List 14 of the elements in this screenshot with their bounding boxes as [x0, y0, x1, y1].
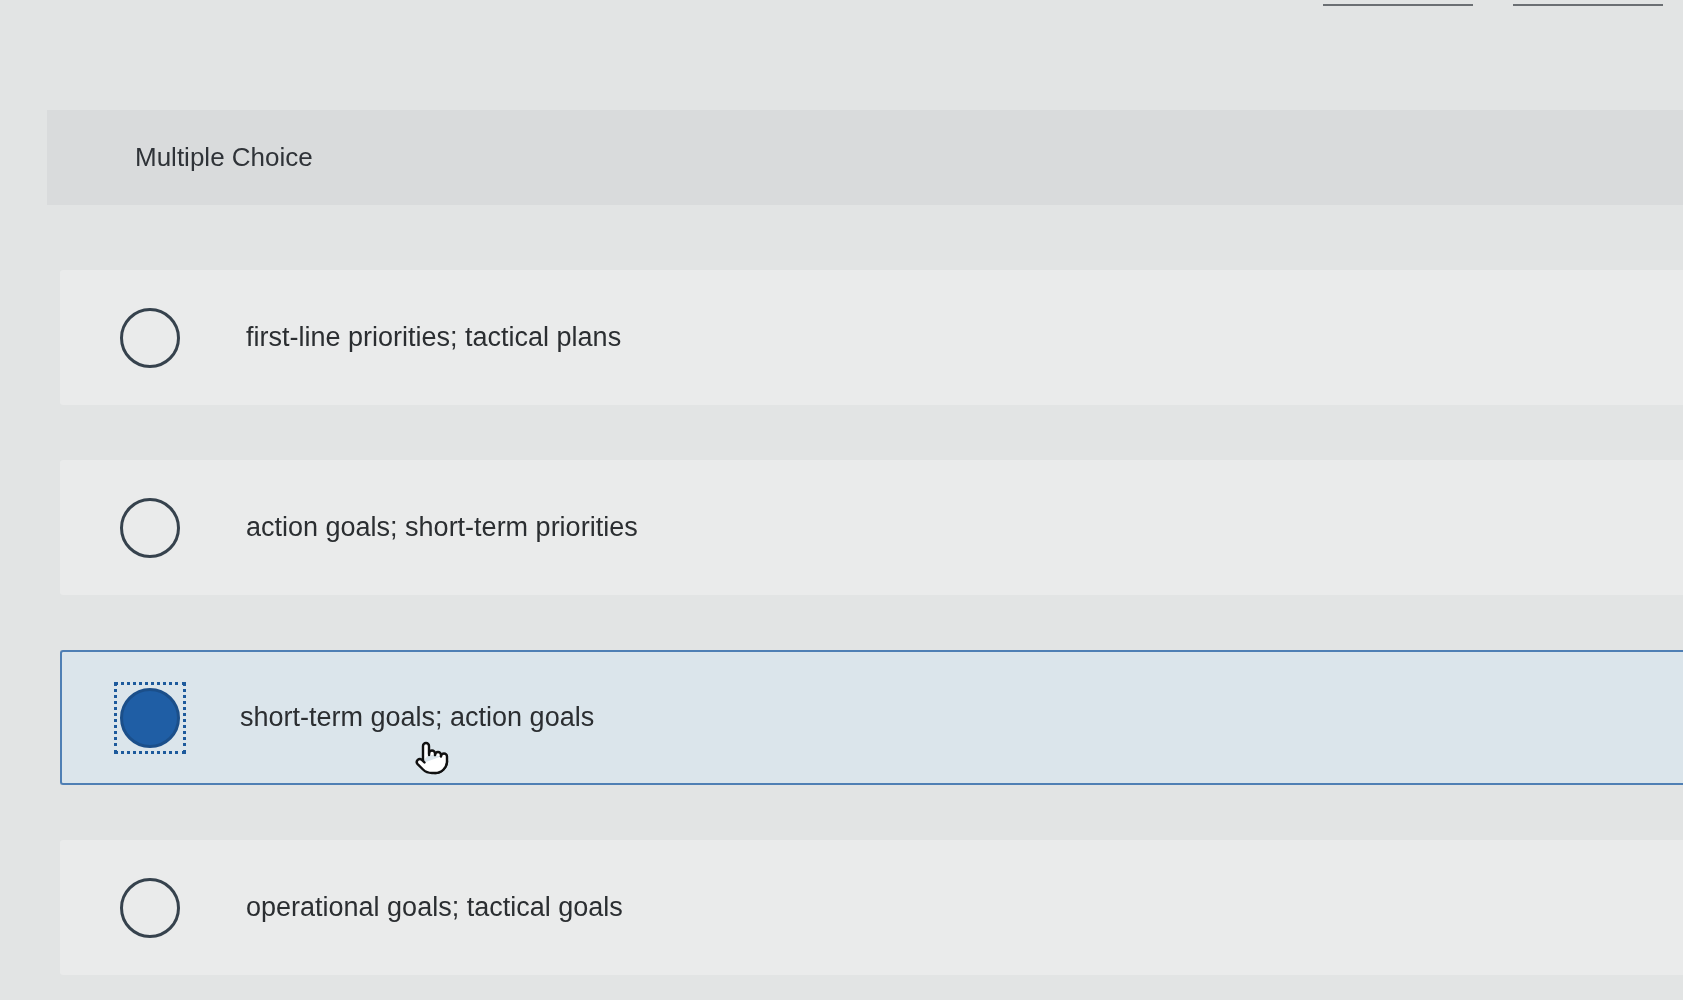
- radio-button[interactable]: [120, 877, 180, 938]
- selected-answer-option[interactable]: short-term goals; action goals: [60, 650, 1683, 785]
- radio-button[interactable]: [120, 307, 180, 368]
- option-label: short-term goals; action goals: [240, 701, 595, 735]
- answer-option[interactable]: first-line priorities; tactical plans: [60, 270, 1683, 405]
- answer-option[interactable]: operational goals; tactical goals: [60, 840, 1683, 975]
- answer-option[interactable]: action goals; short-term priorities: [60, 460, 1683, 595]
- option-label: action goals; short-term priorities: [246, 511, 638, 545]
- option-label: operational goals; tactical goals: [246, 891, 623, 925]
- radio-button[interactable]: [120, 497, 180, 558]
- hand-pointer-icon: [414, 740, 450, 776]
- option-label: first-line priorities; tactical plans: [246, 321, 622, 355]
- radio-button[interactable]: [114, 681, 186, 754]
- section-title: Multiple Choice: [135, 141, 313, 174]
